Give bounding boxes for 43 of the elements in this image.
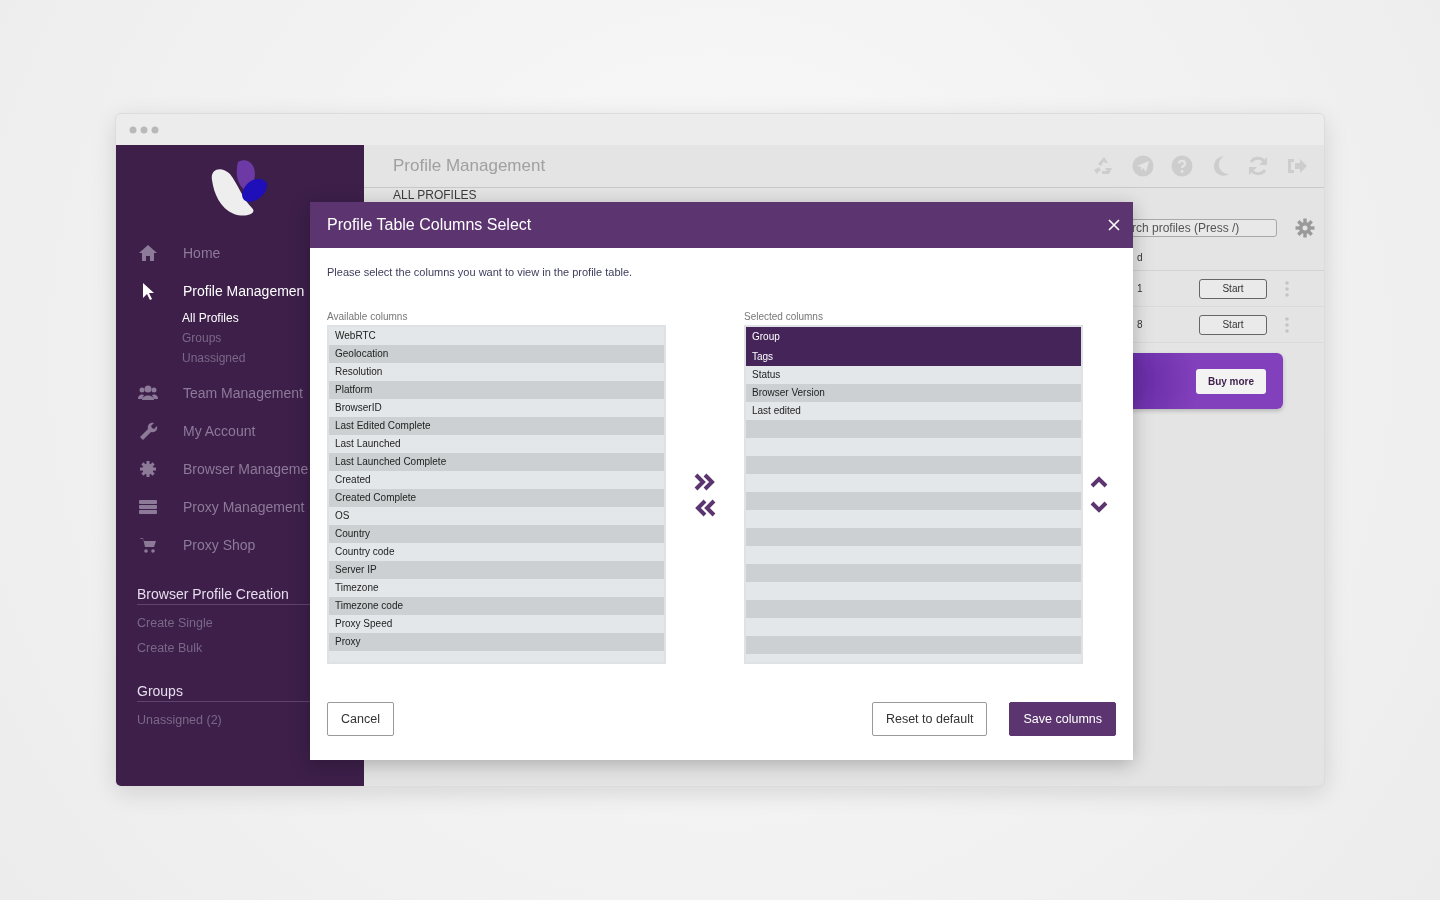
- buy-more-button[interactable]: Buy more: [1196, 368, 1266, 394]
- chevron-up-icon[interactable]: [1090, 476, 1109, 488]
- list-item[interactable]: Platform: [329, 381, 664, 399]
- window-controls-icon[interactable]: [129, 125, 159, 134]
- list-item[interactable]: Group: [745, 327, 1081, 347]
- column-header: d: [1137, 251, 1143, 263]
- more-icon[interactable]: [1285, 280, 1289, 297]
- double-chevron-left-icon[interactable]: [694, 498, 716, 517]
- table-cell-text: 8: [1136, 319, 1144, 330]
- server-icon: [138, 498, 158, 516]
- list-item[interactable]: Server IP: [329, 561, 664, 579]
- page-title: Profile Management: [393, 156, 546, 176]
- list-label: Selected columns: [743, 311, 823, 324]
- table-cell-text: 1: [1136, 283, 1144, 294]
- double-chevron-right-icon[interactable]: [694, 472, 716, 491]
- search-field[interactable]: rch profiles (Press /): [1131, 219, 1277, 237]
- list-item[interactable]: Geolocation: [329, 345, 664, 363]
- list-item[interactable]: Created Complete: [329, 489, 664, 507]
- dialog-button[interactable]: Reset to default: [871, 702, 988, 736]
- list-item[interactable]: Last Edited Complete: [329, 417, 664, 435]
- list-item[interactable]: Last Launched Complete: [329, 453, 664, 471]
- wrench-icon: [138, 422, 158, 440]
- more-icon[interactable]: [1285, 316, 1289, 333]
- close-icon[interactable]: [1108, 219, 1120, 231]
- dialog-description: Please select the columns you want to view in the profile table.: [327, 266, 633, 278]
- home-icon: [138, 244, 158, 262]
- start-button[interactable]: Start: [1199, 278, 1267, 299]
- list-item[interactable]: Tags: [745, 346, 1081, 366]
- chevron-down-icon[interactable]: [1090, 501, 1109, 513]
- subnav-item[interactable]: All Profiles: [182, 308, 239, 328]
- users-icon: [138, 384, 158, 402]
- list-item[interactable]: Proxy: [329, 633, 664, 651]
- list-item[interactable]: Country: [329, 525, 664, 543]
- gear-icon: [138, 460, 158, 478]
- save-button[interactable]: Save columns: [1009, 702, 1116, 736]
- dialog-title: Profile Table Columns Select: [327, 216, 532, 234]
- list-item[interactable]: Timezone code: [329, 597, 664, 615]
- dialog-button[interactable]: Cancel: [327, 702, 394, 736]
- list-item[interactable]: Browser Version: [745, 384, 1081, 402]
- cart-icon: [138, 536, 158, 554]
- list-label: Available columns: [327, 311, 408, 324]
- start-button[interactable]: Start: [1199, 314, 1267, 335]
- settings-icon[interactable]: [1295, 218, 1315, 238]
